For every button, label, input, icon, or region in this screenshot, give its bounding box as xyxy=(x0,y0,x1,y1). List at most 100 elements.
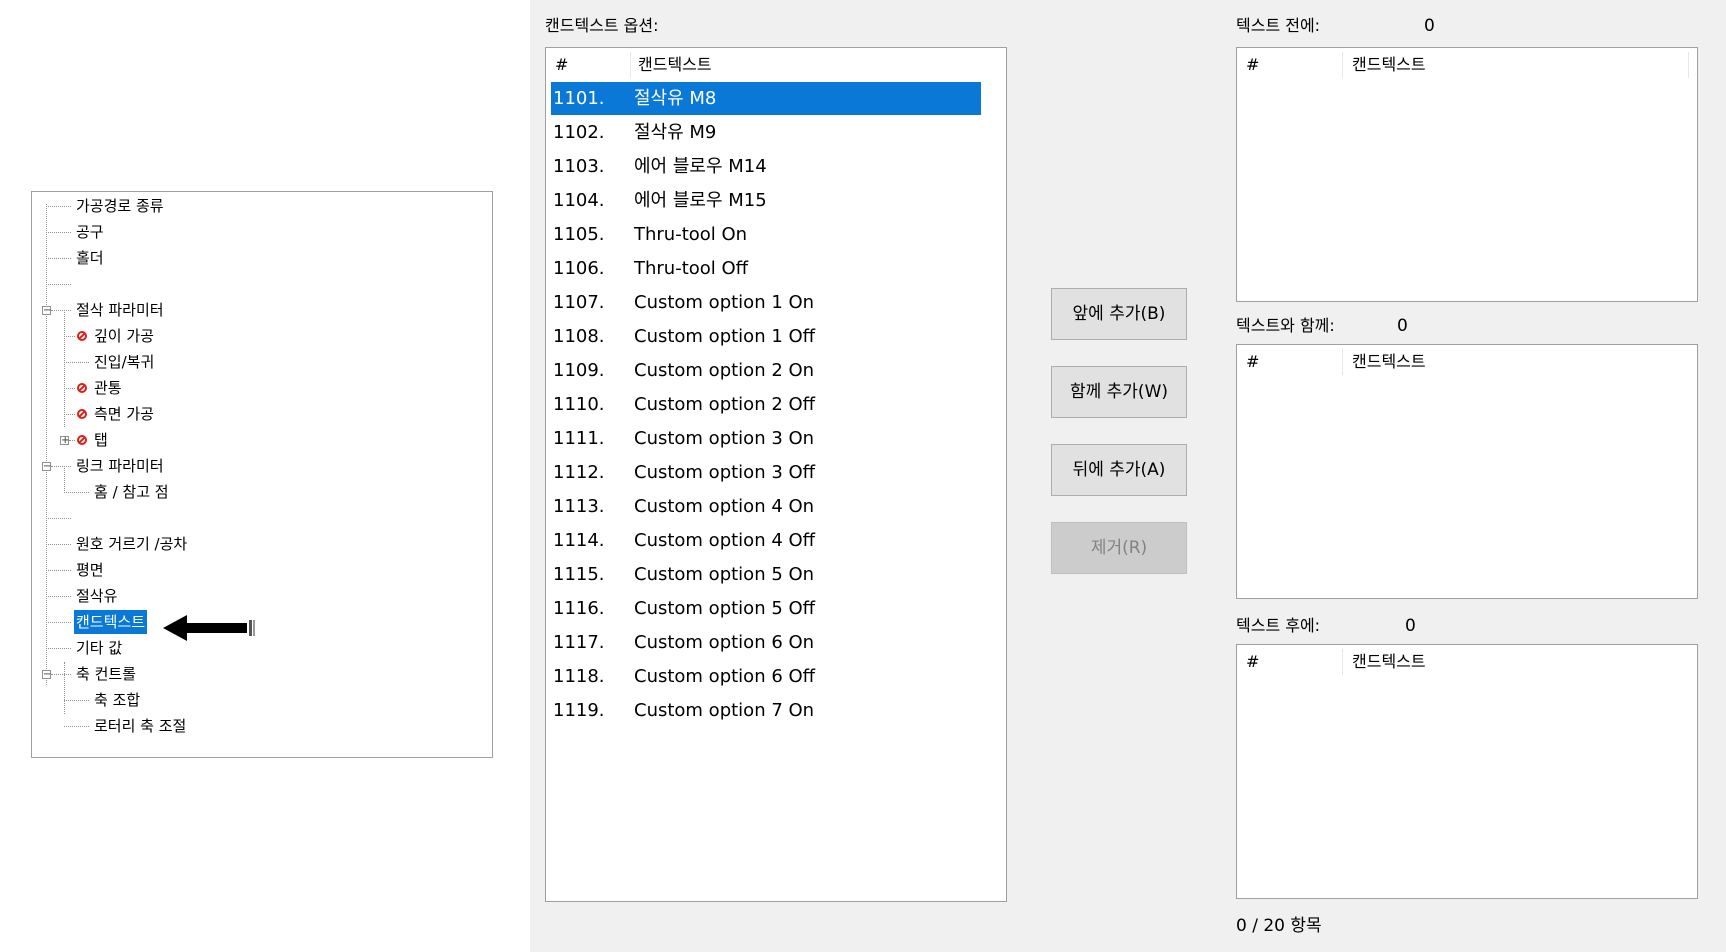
option-number: 1103. xyxy=(553,156,605,177)
add-before-button[interactable]: 앞에 추가(B) xyxy=(1051,288,1187,340)
column-separator[interactable] xyxy=(1342,349,1343,375)
before-list[interactable]: # 캔드텍스트 xyxy=(1236,47,1698,302)
option-row[interactable]: 1114. Custom option 4 Off xyxy=(551,524,981,557)
option-row[interactable]: 1112. Custom option 3 Off xyxy=(551,456,981,489)
option-row[interactable]: 1118. Custom option 6 Off xyxy=(551,660,981,693)
option-text: Custom option 3 Off xyxy=(634,462,816,483)
column-header-number[interactable]: # xyxy=(1246,48,1259,81)
tree-item-label: 캔드텍스트 xyxy=(74,610,148,634)
option-number: 1112. xyxy=(553,462,605,483)
option-row[interactable]: 1111. Custom option 3 On xyxy=(551,422,981,455)
option-row[interactable]: 1104. 에어 블로우 M15 xyxy=(551,184,981,217)
tree-connector xyxy=(46,622,71,623)
column-header-number[interactable]: # xyxy=(1246,345,1259,378)
expand-toggle-icon[interactable]: + xyxy=(60,436,69,446)
column-header-canned-text[interactable]: 캔드텍스트 xyxy=(638,48,712,81)
tree-item-label: 절삭 파라미터 xyxy=(76,301,164,319)
option-row[interactable]: 1110. Custom option 2 Off xyxy=(551,388,981,421)
tree-item-label: 깊이 가공 xyxy=(94,327,154,345)
tree-item-link-params[interactable]: 링크 파라미터 xyxy=(74,454,166,478)
tree-connector xyxy=(69,440,75,441)
tree-item-arc-filter[interactable]: 원호 거르기 /공차 xyxy=(74,532,189,556)
with-count: 0 xyxy=(1397,316,1408,336)
tree-connector xyxy=(46,206,71,207)
option-text: 에어 블로우 M15 xyxy=(634,190,767,211)
tree-item-misc-values[interactable]: 기타 값 xyxy=(74,636,124,660)
tree-connector xyxy=(46,544,71,545)
option-number: 1119. xyxy=(553,700,605,721)
option-text: Custom option 5 On xyxy=(634,564,815,585)
tree-item-holder[interactable]: 홀더 xyxy=(74,246,106,270)
tree-item-entry-exit[interactable]: 진입/복귀 xyxy=(92,350,156,374)
option-row[interactable]: 1119. Custom option 7 On xyxy=(551,694,981,727)
column-separator[interactable] xyxy=(1342,52,1343,78)
tree-item-label: 홀더 xyxy=(76,249,104,267)
tree-view[interactable]: − + − − 가공경로 종류 공구 홀더 절삭 파라미터 깊이 가공 진입/복… xyxy=(31,191,493,758)
column-header-number[interactable]: # xyxy=(555,48,568,81)
column-separator[interactable] xyxy=(1688,52,1689,78)
tree-item-breakthrough[interactable]: 관통 xyxy=(92,376,124,400)
tree-connector xyxy=(64,336,75,337)
tree-connector xyxy=(64,700,89,701)
tree-item-label: 측면 가공 xyxy=(94,405,154,423)
tree-connector xyxy=(46,258,71,259)
tree-item-label: 홈 / 참고 점 xyxy=(94,483,169,501)
tree-item-side-cut[interactable]: 측면 가공 xyxy=(92,402,156,426)
option-text: Custom option 7 On xyxy=(634,700,815,721)
option-text: Custom option 6 Off xyxy=(634,666,816,687)
after-list[interactable]: # 캔드텍스트 xyxy=(1236,644,1698,899)
option-row[interactable]: 1107. Custom option 1 On xyxy=(551,286,981,319)
column-header-number[interactable]: # xyxy=(1246,645,1259,678)
option-number: 1104. xyxy=(553,190,605,211)
column-separator[interactable] xyxy=(630,52,631,78)
column-separator[interactable] xyxy=(1342,649,1343,675)
collapse-toggle-icon[interactable]: − xyxy=(42,462,51,472)
option-row[interactable]: 1116. Custom option 5 Off xyxy=(551,592,981,625)
tree-item-coolant[interactable]: 절삭유 xyxy=(74,584,119,608)
collapse-toggle-icon[interactable]: − xyxy=(42,670,51,680)
add-with-button[interactable]: 함께 추가(W) xyxy=(1051,366,1187,418)
tree-item-home-ref[interactable]: 홈 / 참고 점 xyxy=(92,480,171,504)
error-icon xyxy=(77,435,87,445)
tree-item-peck[interactable]: 깊이 가공 xyxy=(92,324,156,348)
option-number: 1110. xyxy=(553,394,605,415)
option-row[interactable]: 1101. 절삭유 M8 xyxy=(551,82,981,115)
option-row[interactable]: 1106. Thru-tool Off xyxy=(551,252,981,285)
tree-item-tap[interactable]: 탭 xyxy=(92,428,110,452)
option-text: Thru-tool On xyxy=(634,224,748,245)
option-row[interactable]: 1109. Custom option 2 On xyxy=(551,354,981,387)
tree-item-axis-combination[interactable]: 축 조합 xyxy=(92,688,142,712)
tree-item-axis-control[interactable]: 축 컨트롤 xyxy=(74,662,138,686)
canned-text-options-list[interactable]: # 캔드텍스트 1101. 절삭유 M8 1102. 절삭유 M9 1103. 에어 블로… xyxy=(545,47,1007,902)
option-text: Custom option 1 On xyxy=(634,292,815,313)
option-number: 1118. xyxy=(553,666,605,687)
tree-item-tool[interactable]: 공구 xyxy=(74,220,106,244)
option-row[interactable]: 1102. 절삭유 M9 xyxy=(551,116,981,149)
remove-button[interactable]: 제거(R) xyxy=(1051,522,1187,574)
tree-connector xyxy=(64,388,75,389)
option-text: Custom option 4 On xyxy=(634,496,815,517)
option-row[interactable]: 1115. Custom option 5 On xyxy=(551,558,981,591)
tree-item-rotary-axis[interactable]: 로터리 축 조절 xyxy=(92,714,188,738)
add-after-button[interactable]: 뒤에 추가(A) xyxy=(1051,444,1187,496)
collapse-toggle-icon[interactable]: − xyxy=(42,306,51,316)
column-header-canned-text[interactable]: 캔드텍스트 xyxy=(1352,48,1426,81)
option-number: 1117. xyxy=(553,632,605,653)
option-row[interactable]: 1108. Custom option 1 Off xyxy=(551,320,981,353)
tree-item-cut-params[interactable]: 절삭 파라미터 xyxy=(74,298,166,322)
tree-item-toolpath-type[interactable]: 가공경로 종류 xyxy=(74,194,166,218)
option-row[interactable]: 1103. 에어 블로우 M14 xyxy=(551,150,981,183)
with-list[interactable]: # 캔드텍스트 xyxy=(1236,344,1698,599)
tree-connector xyxy=(64,362,89,363)
option-row[interactable]: 1113. Custom option 4 On xyxy=(551,490,981,523)
column-header-canned-text[interactable]: 캔드텍스트 xyxy=(1352,645,1426,678)
tree-item-canned-text[interactable]: 캔드텍스트 xyxy=(74,610,148,634)
column-header-canned-text[interactable]: 캔드텍스트 xyxy=(1352,345,1426,378)
option-row[interactable]: 1105. Thru-tool On xyxy=(551,218,981,251)
option-text: Custom option 6 On xyxy=(634,632,815,653)
option-row[interactable]: 1117. Custom option 6 On xyxy=(551,626,981,659)
tree-item-planes[interactable]: 평면 xyxy=(74,558,106,582)
error-icon xyxy=(77,383,87,393)
option-text: Custom option 4 Off xyxy=(634,530,816,551)
after-caption: 텍스트 후에: xyxy=(1236,616,1321,635)
